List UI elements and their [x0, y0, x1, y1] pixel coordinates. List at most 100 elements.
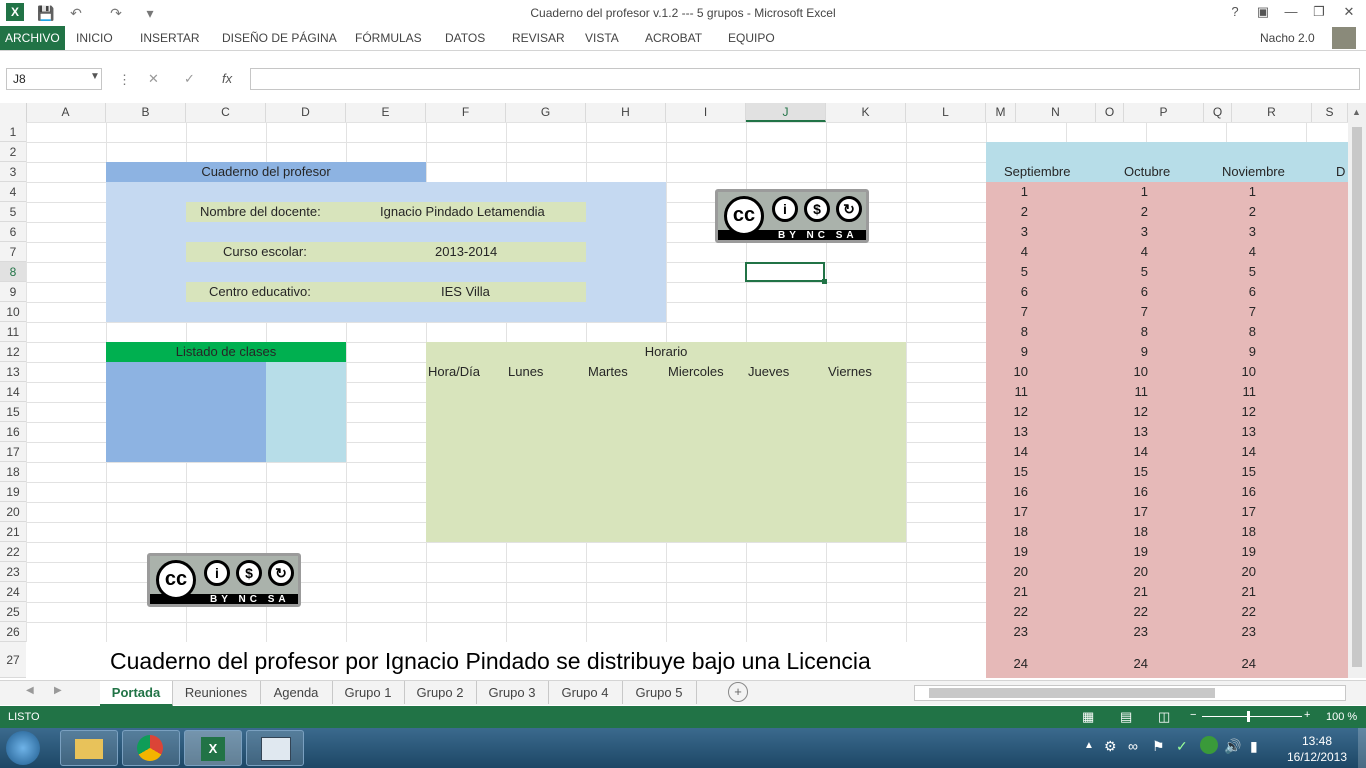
scroll-thumb[interactable]	[1352, 127, 1362, 667]
column-header[interactable]: Q	[1204, 103, 1232, 122]
page-layout-icon[interactable]: ▤	[1120, 709, 1132, 725]
row-header[interactable]: 4	[0, 182, 26, 202]
row-header[interactable]: 17	[0, 442, 26, 462]
zoom-out-icon[interactable]: −	[1190, 709, 1196, 721]
sheet-tab-grupo-4[interactable]: Grupo 4	[548, 681, 623, 704]
row-header[interactable]: 25	[0, 602, 26, 622]
row-header[interactable]: 27	[0, 642, 26, 678]
paint-taskbar-icon[interactable]	[246, 730, 304, 766]
selected-cell[interactable]	[745, 262, 825, 282]
column-header[interactable]: N	[1016, 103, 1096, 122]
column-header[interactable]: K	[826, 103, 906, 122]
column-header[interactable]: B	[106, 103, 186, 122]
column-header[interactable]: H	[586, 103, 666, 122]
add-sheet-icon[interactable]: +	[728, 682, 748, 702]
zoom-slider[interactable]	[1202, 716, 1302, 717]
column-header[interactable]: I	[666, 103, 746, 122]
insert-function-icon[interactable]: fx	[222, 71, 232, 86]
row-header[interactable]: 11	[0, 322, 26, 342]
tab-acrobat[interactable]: ACROBAT	[645, 26, 702, 50]
row-header[interactable]: 15	[0, 402, 26, 422]
volume-icon[interactable]: 🔊	[1224, 738, 1241, 755]
column-header[interactable]: M	[986, 103, 1016, 122]
normal-view-icon[interactable]: ▦	[1082, 709, 1094, 725]
clock-time[interactable]: 13:48	[1292, 734, 1342, 748]
name-box-dropdown-icon[interactable]: ▼	[90, 71, 100, 82]
select-all-corner[interactable]	[0, 103, 27, 122]
horizontal-scroll-thumb[interactable]	[929, 688, 1215, 698]
column-header[interactable]: D	[266, 103, 346, 122]
cancel-icon[interactable]: ✕	[148, 71, 159, 87]
explorer-taskbar-icon[interactable]	[60, 730, 118, 766]
tab-inicio[interactable]: INICIO	[76, 26, 113, 50]
cc-license-badge-bottom[interactable]: cc i $ ↻ BY NC SA	[147, 553, 301, 607]
sheet-tab-grupo-1[interactable]: Grupo 1	[332, 681, 405, 704]
row-header[interactable]: 19	[0, 482, 26, 502]
row-header[interactable]: 20	[0, 502, 26, 522]
row-header[interactable]: 9	[0, 282, 26, 302]
row-header[interactable]: 10	[0, 302, 26, 322]
user-name[interactable]: Nacho 2.0	[1260, 26, 1315, 50]
row-header[interactable]: 14	[0, 382, 26, 402]
close-icon[interactable]: ✕	[1336, 2, 1362, 22]
ribbon-display-icon[interactable]: ▣	[1250, 2, 1276, 22]
row-header[interactable]: 22	[0, 542, 26, 562]
page-break-icon[interactable]: ◫	[1158, 709, 1170, 725]
battery-icon[interactable]: ▮	[1250, 738, 1258, 755]
vertical-scrollbar[interactable]: ▲	[1348, 103, 1366, 678]
column-header[interactable]: A	[26, 103, 106, 122]
restore-icon[interactable]: ❐	[1306, 2, 1332, 22]
show-hidden-icons-icon[interactable]: ▲	[1084, 740, 1094, 751]
row-header[interactable]: 23	[0, 562, 26, 582]
row-header[interactable]: 16	[0, 422, 26, 442]
tab-revisar[interactable]: REVISAR	[512, 26, 565, 50]
zoom-slider-thumb[interactable]	[1247, 711, 1250, 722]
show-desktop-button[interactable]	[1358, 728, 1366, 768]
minimize-icon[interactable]: —	[1278, 2, 1304, 22]
row-header[interactable]: 6	[0, 222, 26, 242]
worksheet-grid[interactable]: Cuaderno del profesor Nombre del docente…	[26, 122, 1348, 678]
zoom-in-icon[interactable]: +	[1304, 709, 1310, 721]
next-sheet-icon[interactable]: ▶	[54, 685, 62, 696]
sheet-tab-portada[interactable]: Portada	[100, 681, 173, 707]
column-header[interactable]: R	[1232, 103, 1312, 122]
network-icon[interactable]: ∞	[1128, 738, 1138, 754]
column-header[interactable]: L	[906, 103, 986, 122]
excel-taskbar-icon[interactable]: X	[184, 730, 242, 766]
row-header[interactable]: 1	[0, 122, 26, 142]
sheet-tab-grupo-3[interactable]: Grupo 3	[476, 681, 549, 704]
row-header[interactable]: 5	[0, 202, 26, 222]
tab-vista[interactable]: VISTA	[585, 26, 619, 50]
row-header[interactable]: 13	[0, 362, 26, 382]
column-header[interactable]: F	[426, 103, 506, 122]
horizontal-scrollbar[interactable]	[914, 685, 1346, 701]
sheet-tab-agenda[interactable]: Agenda	[260, 681, 333, 704]
clock-date[interactable]: 16/12/2013	[1282, 750, 1352, 764]
action-center-flag-icon[interactable]: ⚑	[1152, 738, 1165, 755]
column-header[interactable]: P	[1124, 103, 1204, 122]
avatar[interactable]	[1332, 27, 1356, 49]
update-icon[interactable]	[1200, 736, 1218, 754]
row-header[interactable]: 18	[0, 462, 26, 482]
sheet-tab-grupo-2[interactable]: Grupo 2	[404, 681, 477, 704]
row-header-selected[interactable]: 8	[0, 262, 26, 282]
sheet-tab-grupo-5[interactable]: Grupo 5	[622, 681, 697, 704]
column-header[interactable]: O	[1096, 103, 1124, 122]
column-header-selected[interactable]: J	[746, 103, 826, 122]
row-header[interactable]: 21	[0, 522, 26, 542]
column-header[interactable]: S	[1312, 103, 1348, 122]
fill-handle[interactable]	[822, 279, 827, 284]
column-header[interactable]: C	[186, 103, 266, 122]
chrome-taskbar-icon[interactable]	[122, 730, 180, 766]
tab-datos[interactable]: DATOS	[445, 26, 485, 50]
row-header[interactable]: 2	[0, 142, 26, 162]
help-icon[interactable]: ?	[1222, 2, 1248, 22]
zoom-level[interactable]: 100 %	[1326, 711, 1357, 723]
row-header[interactable]: 3	[0, 162, 26, 182]
row-header[interactable]: 24	[0, 582, 26, 602]
enter-icon[interactable]: ✓	[184, 71, 195, 87]
name-box[interactable]: J8	[6, 68, 102, 90]
row-header[interactable]: 7	[0, 242, 26, 262]
tray-app-icon[interactable]: ⚙	[1104, 738, 1117, 755]
start-button-icon[interactable]	[6, 731, 40, 765]
